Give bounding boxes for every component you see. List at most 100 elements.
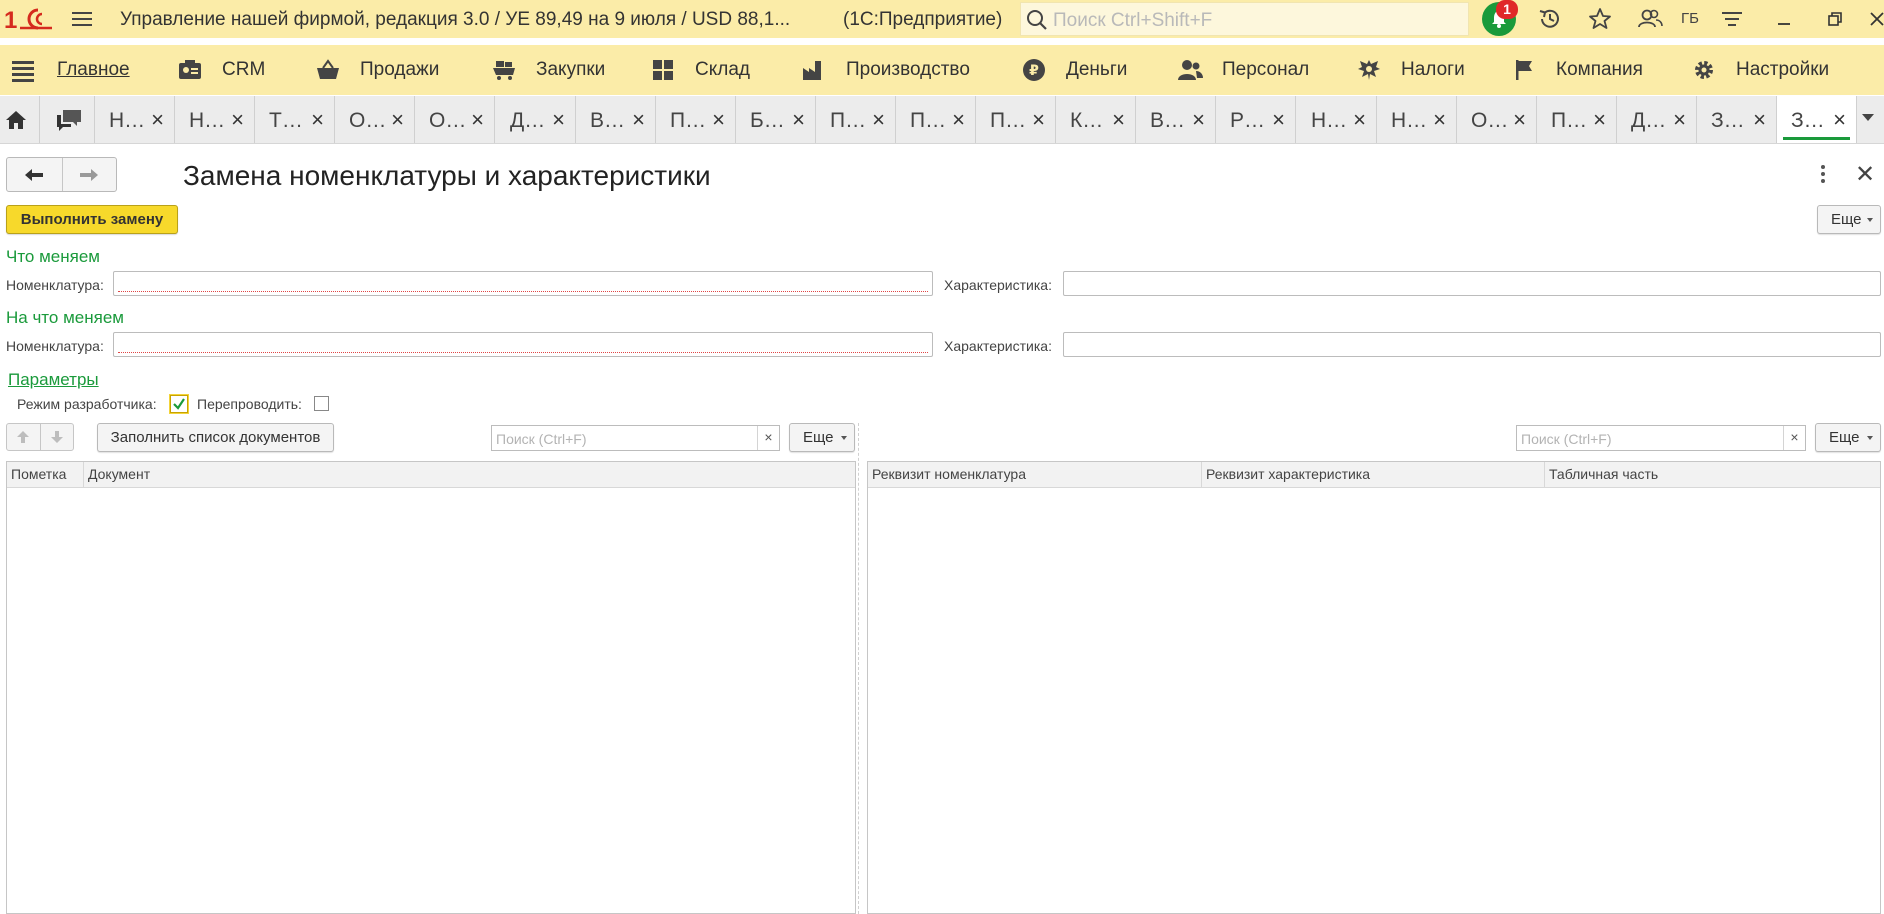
window-tab[interactable]: З… ×: [1777, 96, 1857, 143]
minimize-icon[interactable]: [1769, 5, 1799, 33]
panes-splitter[interactable]: [858, 423, 859, 914]
close-tab-icon[interactable]: ×: [1593, 107, 1606, 133]
close-tab-icon[interactable]: ×: [1673, 107, 1686, 133]
window-tab[interactable]: О… ×: [335, 96, 415, 143]
section-company[interactable]: Компания: [1510, 57, 1643, 83]
window-tab[interactable]: П… ×: [816, 96, 896, 143]
close-tab-icon[interactable]: ×: [712, 107, 725, 133]
column-table-part[interactable]: Табличная часть: [1545, 462, 1882, 487]
close-tab-icon[interactable]: ×: [391, 107, 404, 133]
attributes-search-input[interactable]: Поиск (Ctrl+F) ×: [1516, 425, 1806, 451]
close-tab-icon[interactable]: ×: [1353, 107, 1366, 133]
window-tab[interactable]: О… ×: [415, 96, 495, 143]
close-tab-icon[interactable]: ×: [1192, 107, 1205, 133]
global-search-input[interactable]: Поиск Ctrl+Shift+F: [1020, 2, 1469, 36]
close-tab-icon[interactable]: ×: [792, 107, 805, 133]
section-money[interactable]: ₽ Деньги: [1020, 57, 1127, 83]
from-characteristic-field[interactable]: [1063, 271, 1881, 296]
column-characteristic-attribute[interactable]: Реквизит характеристика: [1202, 462, 1545, 487]
close-window-icon[interactable]: [1862, 5, 1884, 33]
column-mark[interactable]: Пометка: [7, 462, 84, 487]
move-down-button[interactable]: [39, 424, 73, 450]
users-icon[interactable]: [1635, 5, 1665, 33]
fill-documents-button[interactable]: Заполнить список документов: [97, 423, 334, 452]
window-tab[interactable]: О… ×: [1457, 96, 1537, 143]
favorites-star-icon[interactable]: [1585, 5, 1615, 33]
close-tab-icon[interactable]: ×: [1753, 107, 1766, 133]
dev-mode-checkbox[interactable]: [170, 395, 188, 413]
close-tab-icon[interactable]: ×: [632, 107, 645, 133]
section-taxes[interactable]: Налоги: [1355, 57, 1465, 83]
params-link[interactable]: Параметры: [8, 370, 99, 390]
close-tab-icon[interactable]: ×: [872, 107, 885, 133]
window-tab[interactable]: В… ×: [576, 96, 656, 143]
window-tab[interactable]: В… ×: [1136, 96, 1216, 143]
window-tab[interactable]: П… ×: [976, 96, 1056, 143]
close-tab-icon[interactable]: ×: [952, 107, 965, 133]
home-tab[interactable]: [0, 96, 40, 143]
window-tab[interactable]: П… ×: [656, 96, 736, 143]
window-tab[interactable]: Н… ×: [175, 96, 255, 143]
window-tab[interactable]: К… ×: [1056, 96, 1136, 143]
window-tab[interactable]: П… ×: [1537, 96, 1617, 143]
documents-search-input[interactable]: Поиск (Ctrl+F) ×: [491, 425, 780, 451]
from-nomenclature-field[interactable]: [113, 271, 933, 296]
form-more-button[interactable]: Еще: [1817, 205, 1881, 234]
column-nomenclature-attribute[interactable]: Реквизит номенклатура: [868, 462, 1202, 487]
main-menu-icon[interactable]: [70, 8, 94, 30]
window-tab[interactable]: Р… ×: [1216, 96, 1296, 143]
window-tab[interactable]: Н… ×: [1297, 96, 1377, 143]
window-tab[interactable]: Т… ×: [255, 96, 335, 143]
window-tab[interactable]: Д… ×: [496, 96, 576, 143]
window-tab[interactable]: Д… ×: [1617, 96, 1697, 143]
section-settings[interactable]: Настройки: [1690, 57, 1829, 83]
close-tab-icon[interactable]: ×: [471, 107, 484, 133]
section-crm[interactable]: CRM: [176, 57, 265, 83]
forward-button[interactable]: [61, 158, 117, 191]
close-tab-icon[interactable]: ×: [1833, 107, 1846, 133]
section-main[interactable]: Главное: [57, 57, 130, 83]
form-close-icon[interactable]: ✕: [1855, 160, 1875, 189]
section-purchases[interactable]: Закупки: [490, 57, 605, 83]
section-staff[interactable]: Персонал: [1176, 57, 1309, 83]
restore-window-icon[interactable]: [1820, 5, 1850, 33]
documents-more-button[interactable]: Еще: [789, 423, 855, 452]
user-initials[interactable]: ГБ: [1681, 10, 1699, 27]
window-tab-label: О…: [429, 109, 467, 132]
window-tab[interactable]: З… ×: [1697, 96, 1777, 143]
close-tab-icon[interactable]: ×: [1112, 107, 1125, 133]
close-tab-icon[interactable]: ×: [311, 107, 324, 133]
repost-checkbox[interactable]: [314, 396, 329, 411]
window-tab[interactable]: П… ×: [896, 96, 976, 143]
close-tab-icon[interactable]: ×: [151, 107, 164, 133]
documents-table[interactable]: Пометка Документ: [6, 461, 856, 914]
run-replacement-button[interactable]: Выполнить замену: [6, 205, 178, 234]
attributes-search-clear-icon[interactable]: ×: [1783, 426, 1805, 450]
close-tab-icon[interactable]: ×: [1433, 107, 1446, 133]
attributes-table[interactable]: Реквизит номенклатура Реквизит характери…: [867, 461, 1881, 914]
close-tab-icon[interactable]: ×: [231, 107, 244, 133]
close-tab-icon[interactable]: ×: [1032, 107, 1045, 133]
close-tab-icon[interactable]: ×: [1513, 107, 1526, 133]
to-nomenclature-field[interactable]: [113, 332, 933, 357]
discussions-tab[interactable]: [40, 96, 95, 143]
move-up-button[interactable]: [7, 424, 40, 450]
section-warehouse[interactable]: Склад: [649, 57, 750, 83]
window-tab[interactable]: Б… ×: [736, 96, 816, 143]
section-sales[interactable]: Продажи: [314, 57, 439, 83]
section-production[interactable]: Производство: [800, 57, 970, 83]
tabs-scroll-icon[interactable]: [1862, 114, 1874, 121]
history-icon[interactable]: [1535, 5, 1565, 33]
sections-menu-icon[interactable]: [12, 61, 36, 82]
back-button[interactable]: [7, 158, 62, 191]
close-tab-icon[interactable]: ×: [1272, 107, 1285, 133]
close-tab-icon[interactable]: ×: [552, 107, 565, 133]
documents-search-clear-icon[interactable]: ×: [757, 426, 779, 450]
to-characteristic-field[interactable]: [1063, 332, 1881, 357]
window-tab[interactable]: Н… ×: [95, 96, 175, 143]
column-document[interactable]: Документ: [84, 462, 857, 487]
attributes-more-button[interactable]: Еще: [1815, 423, 1881, 452]
form-more-menu-icon[interactable]: [1813, 162, 1833, 186]
settings-sliders-icon[interactable]: [1717, 5, 1747, 33]
window-tab[interactable]: Н… ×: [1377, 96, 1457, 143]
